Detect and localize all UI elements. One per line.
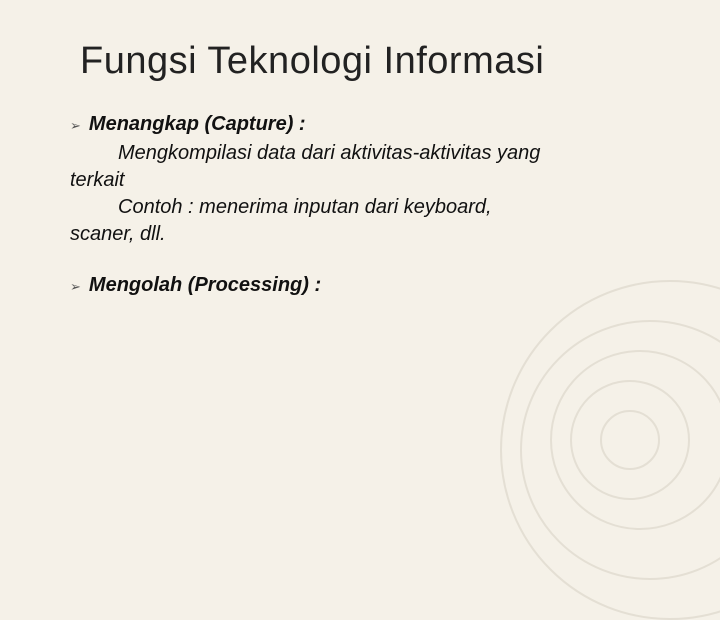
body-line: Mengkompilasi data dari aktivitas-aktivi… — [118, 140, 670, 167]
body-line: Contoh : menerima inputan dari keyboard, — [118, 194, 670, 221]
bullet-item-capture: ➢ Menangkap (Capture) : — [70, 111, 670, 138]
body-line-wrap: terkait — [70, 167, 670, 194]
bullet-arrow-icon: ➢ — [70, 117, 81, 135]
bullet-item-processing: ➢ Mengolah (Processing) : — [70, 272, 670, 299]
body-line-wrap: scaner, dll. — [70, 221, 670, 248]
bullet-heading: Mengolah (Processing) : — [89, 272, 321, 299]
slide-body: ➢ Menangkap (Capture) : Mengkompilasi da… — [70, 111, 670, 299]
bullet-heading: Menangkap (Capture) : — [89, 111, 306, 138]
slide-title: Fungsi Teknologi Informasi — [80, 40, 670, 83]
slide: Fungsi Teknologi Informasi ➢ Menangkap (… — [0, 0, 720, 540]
bullet-arrow-icon: ➢ — [70, 278, 81, 296]
